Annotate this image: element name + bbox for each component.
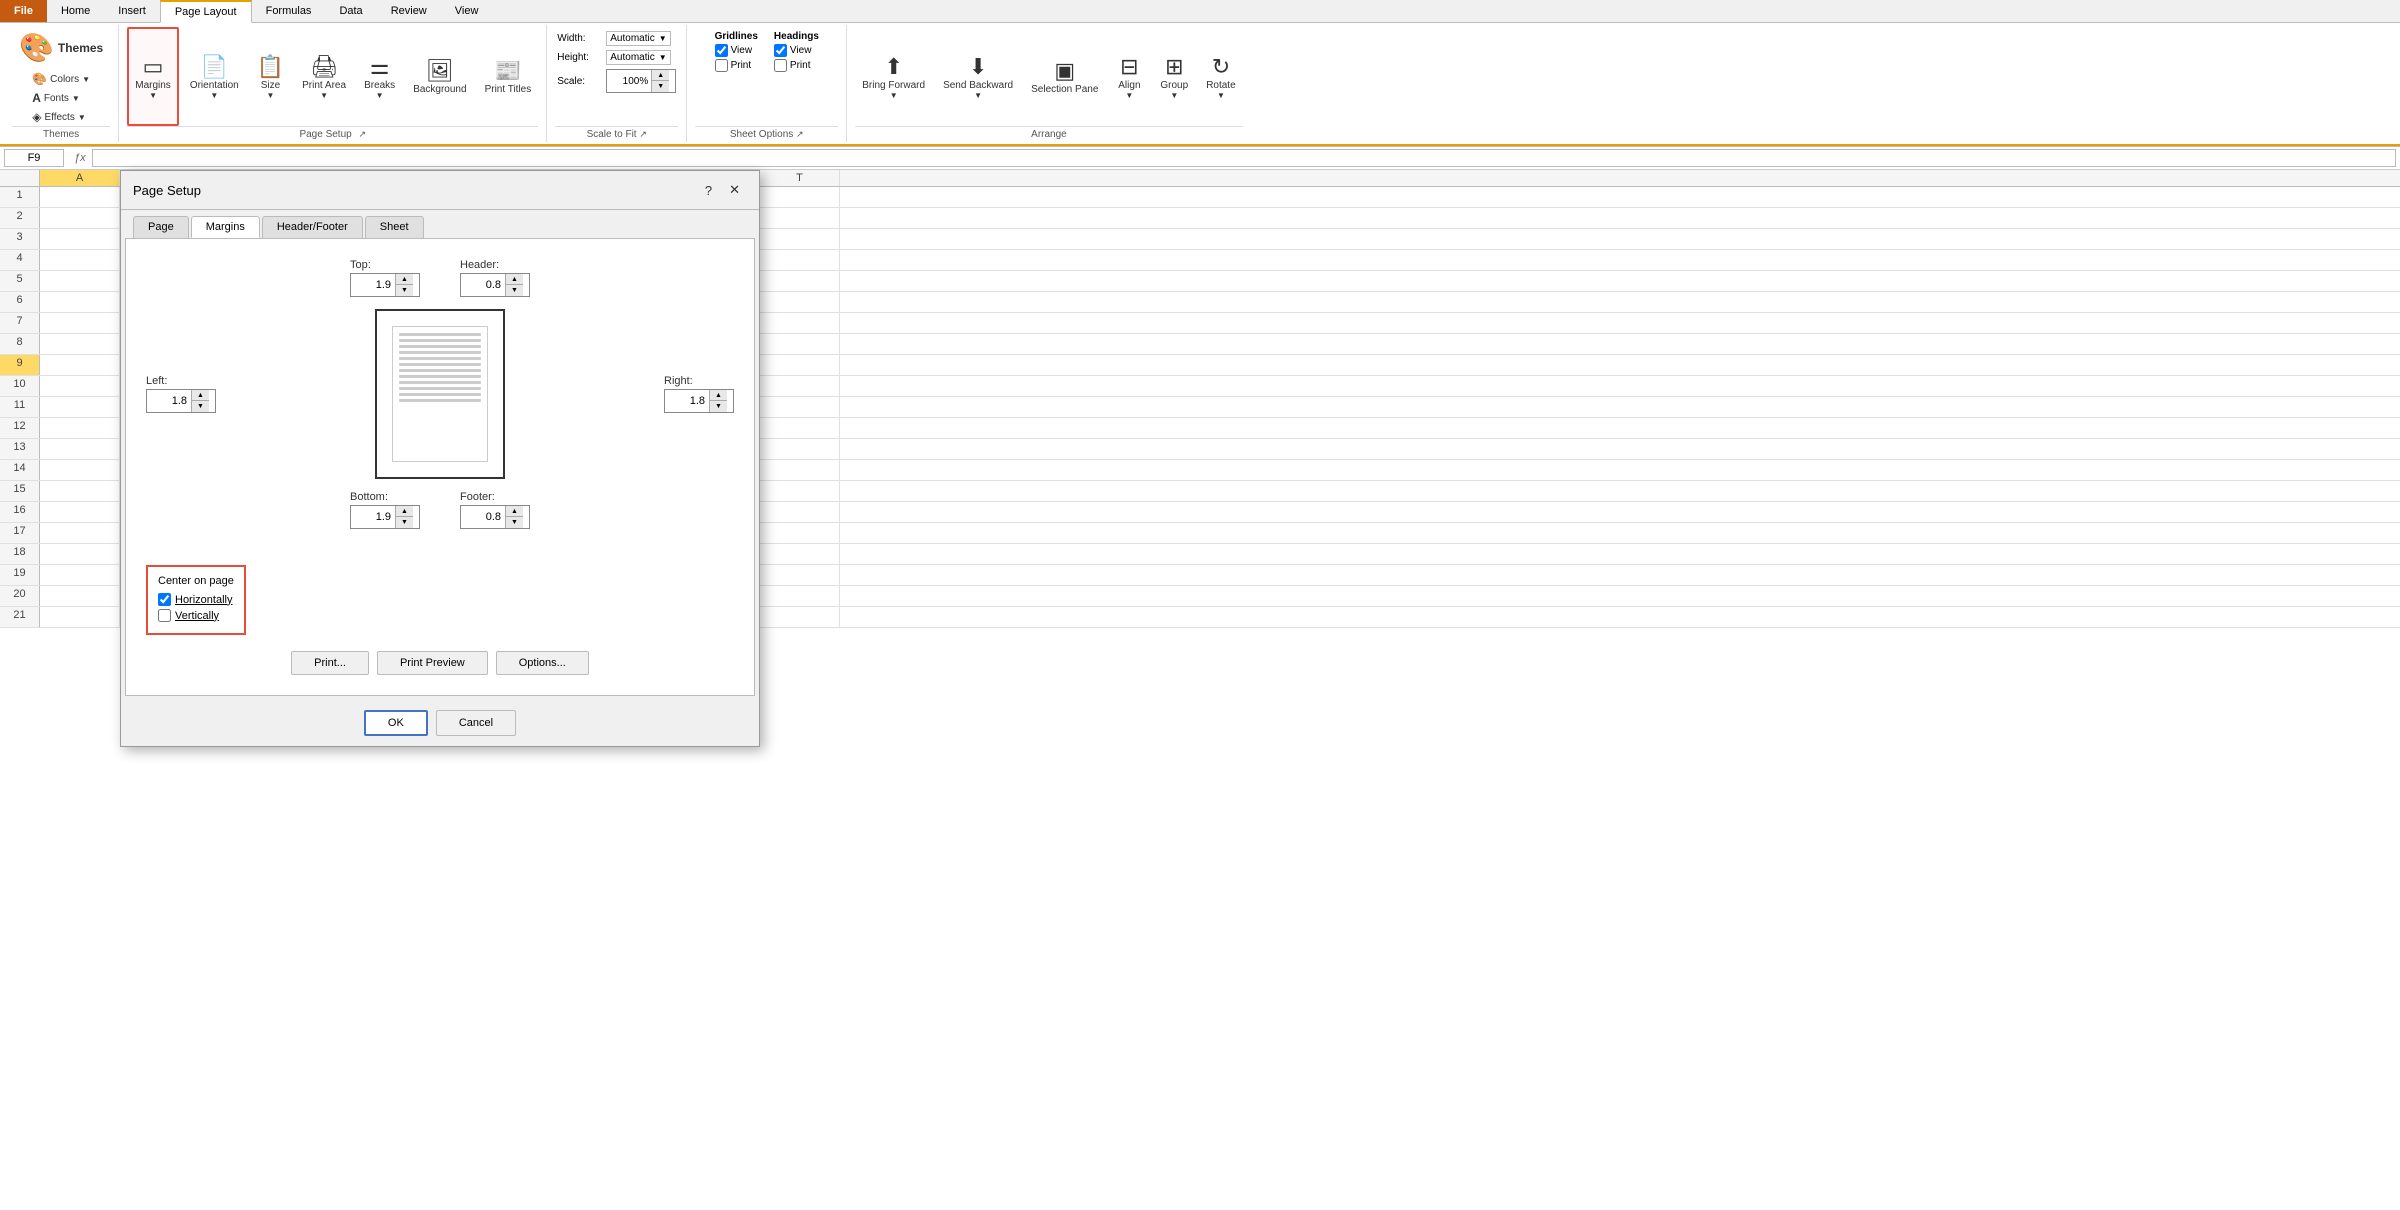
bottom-margin-row: Bottom: ▲ ▼ Footer: ▲ (146, 491, 734, 529)
top-label: Top: (350, 259, 371, 271)
left-down[interactable]: ▼ (191, 401, 209, 412)
left-label: Left: (146, 375, 167, 387)
dialog-tabs: Page Margins Header/Footer Sheet (121, 210, 759, 238)
dialog-action-buttons: Print... Print Preview Options... (146, 651, 734, 675)
bottom-input[interactable] (351, 506, 395, 528)
top-margin-field: Top: ▲ ▼ (350, 259, 420, 297)
dialog-body: Top: ▲ ▼ Header: ▲ (125, 238, 755, 696)
header-margin-field: Header: ▲ ▼ (460, 259, 530, 297)
top-margin-row: Top: ▲ ▼ Header: ▲ (146, 259, 734, 297)
right-down[interactable]: ▼ (709, 401, 727, 412)
footer-label: Footer: (460, 491, 495, 503)
left-spinbox[interactable]: ▲ ▼ (146, 389, 216, 413)
preview-line-11 (399, 393, 481, 396)
right-up[interactable]: ▲ (709, 390, 727, 401)
dialog-ok-cancel: OK Cancel (121, 700, 759, 746)
bottom-up[interactable]: ▲ (395, 506, 413, 517)
dialog-title-bar: Page Setup ? ✕ (121, 171, 759, 210)
footer-margin-field: Footer: ▲ ▼ (460, 491, 530, 529)
center-on-page-box: Center on page Horizontally Vertically (146, 565, 246, 635)
horizontally-checkbox[interactable] (158, 593, 171, 606)
vertically-label[interactable]: Vertically (175, 610, 219, 622)
footer-input[interactable] (461, 506, 505, 528)
preview-line-9 (399, 381, 481, 384)
dialog-title-text: Page Setup (133, 183, 201, 198)
right-margin-field: Right: ▲ ▼ (664, 375, 734, 413)
preview-line-1 (399, 333, 481, 336)
tab-margins[interactable]: Margins (191, 216, 260, 238)
preview-line-10 (399, 387, 481, 390)
header-up[interactable]: ▲ (505, 274, 523, 285)
top-input[interactable] (351, 274, 395, 296)
tab-sheet[interactable]: Sheet (365, 216, 424, 238)
preview-line-2 (399, 339, 481, 342)
horizontally-row: Horizontally (158, 593, 234, 606)
left-margin-field: Left: ▲ ▼ (146, 375, 216, 413)
center-on-page-section: Center on page Horizontally Vertically (146, 549, 734, 635)
footer-spinbox[interactable]: ▲ ▼ (460, 505, 530, 529)
preview-line-4 (399, 351, 481, 354)
left-up[interactable]: ▲ (191, 390, 209, 401)
right-spinbox[interactable]: ▲ ▼ (664, 389, 734, 413)
page-setup-dialog: Page Setup ? ✕ Page Margins Header/Foote… (120, 170, 760, 747)
options-button[interactable]: Options... (496, 651, 589, 675)
left-input[interactable] (147, 390, 191, 412)
bottom-label: Bottom: (350, 491, 388, 503)
dialog-title-buttons: ? ✕ (699, 179, 747, 201)
top-down[interactable]: ▼ (395, 285, 413, 296)
bottom-down[interactable]: ▼ (395, 517, 413, 528)
vertically-checkbox[interactable] (158, 609, 171, 622)
header-spinbox[interactable]: ▲ ▼ (460, 273, 530, 297)
preview-line-6 (399, 363, 481, 366)
page-preview (375, 309, 505, 479)
right-label: Right: (664, 375, 693, 387)
header-down[interactable]: ▼ (505, 285, 523, 296)
preview-line-7 (399, 369, 481, 372)
preview-line-12 (399, 399, 481, 402)
right-input[interactable] (665, 390, 709, 412)
middle-margin-row: Left: ▲ ▼ (146, 309, 734, 479)
tab-header-footer[interactable]: Header/Footer (262, 216, 363, 238)
cancel-button[interactable]: Cancel (436, 710, 516, 736)
ok-button[interactable]: OK (364, 710, 428, 736)
page-preview-inner (392, 326, 488, 462)
dialog-help-button[interactable]: ? (699, 181, 718, 200)
preview-line-5 (399, 357, 481, 360)
header-label: Header: (460, 259, 499, 271)
center-on-page-label: Center on page (158, 575, 234, 587)
footer-up[interactable]: ▲ (505, 506, 523, 517)
print-preview-button[interactable]: Print Preview (377, 651, 488, 675)
preview-line-3 (399, 345, 481, 348)
bottom-spinbox[interactable]: ▲ ▼ (350, 505, 420, 529)
horizontally-label[interactable]: Horizontally (175, 594, 232, 606)
dialog-overlay: Page Setup ? ✕ Page Margins Header/Foote… (0, 0, 2400, 1200)
header-input[interactable] (461, 274, 505, 296)
vertically-row: Vertically (158, 609, 234, 622)
bottom-margin-field: Bottom: ▲ ▼ (350, 491, 420, 529)
footer-down[interactable]: ▼ (505, 517, 523, 528)
top-spinbox[interactable]: ▲ ▼ (350, 273, 420, 297)
top-up[interactable]: ▲ (395, 274, 413, 285)
dialog-close-button[interactable]: ✕ (722, 179, 747, 201)
preview-line-8 (399, 375, 481, 378)
print-button[interactable]: Print... (291, 651, 369, 675)
tab-page[interactable]: Page (133, 216, 189, 238)
